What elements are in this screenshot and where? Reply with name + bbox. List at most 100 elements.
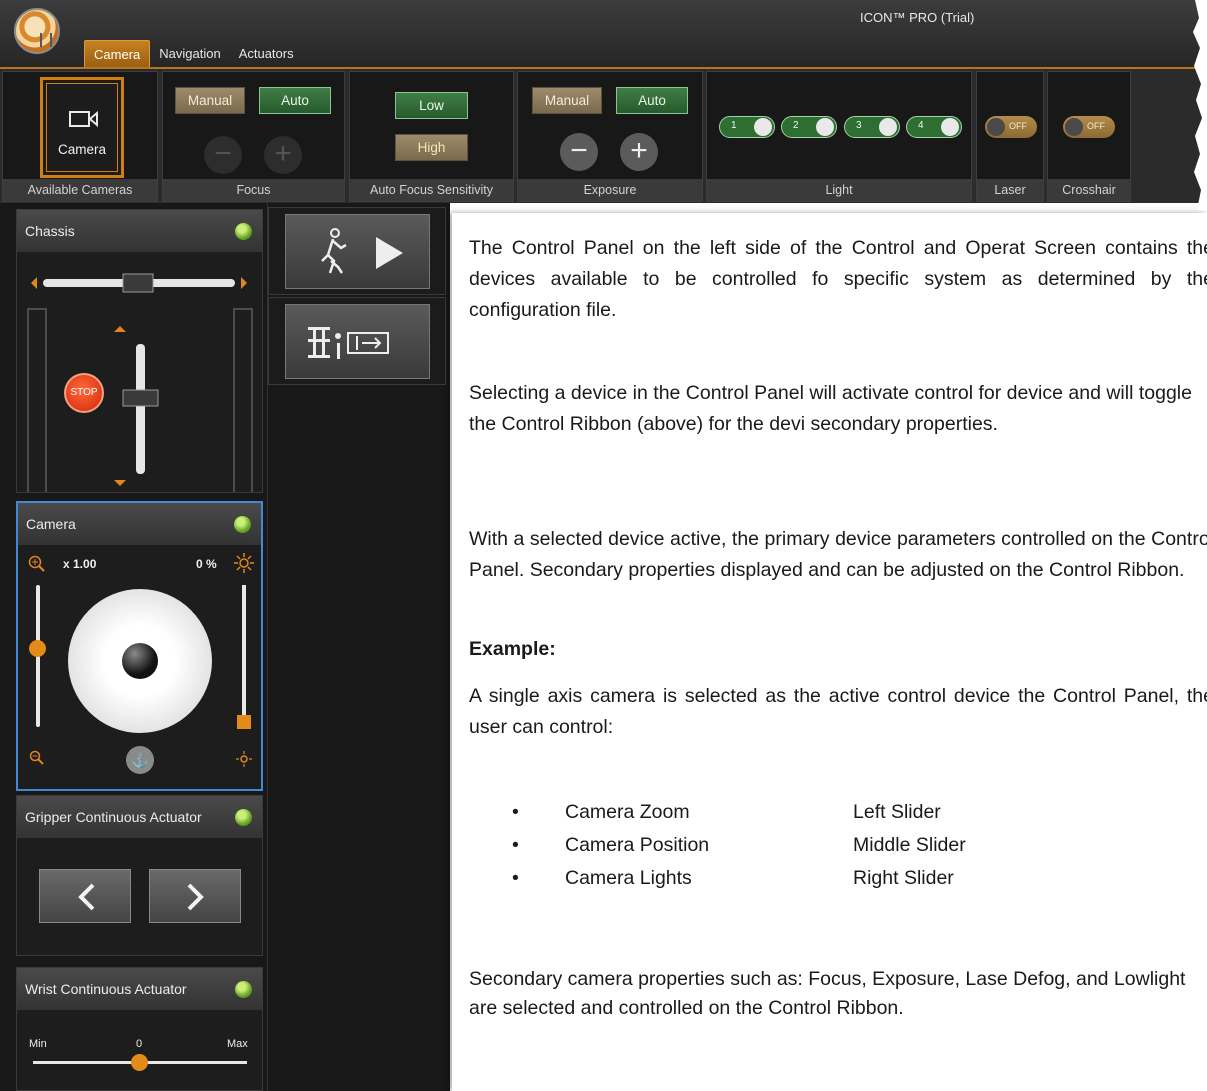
exposure-plus-button[interactable]: + bbox=[620, 133, 658, 171]
walk-play-icon bbox=[321, 228, 403, 274]
list-item: • Camera Lights Right Slider bbox=[512, 867, 954, 889]
focus-group: Manual Auto − + Focus bbox=[162, 71, 345, 202]
focus-minus-button[interactable]: − bbox=[204, 136, 242, 174]
control-ribbon: Camera Available Cameras Manual Auto − +… bbox=[0, 67, 1207, 203]
light-slider-handle[interactable] bbox=[237, 715, 251, 729]
wrist-max-label: Max bbox=[227, 1038, 248, 1050]
home-position-icon: ⚓ bbox=[131, 752, 149, 768]
video-camera-icon bbox=[69, 110, 98, 128]
run-sequence-button[interactable] bbox=[285, 214, 430, 289]
throttle-slider-handle bbox=[122, 389, 159, 407]
exposure-auto-button[interactable]: Auto bbox=[616, 87, 688, 114]
focus-plus-button[interactable]: + bbox=[264, 136, 302, 174]
wrist-title: Wrist Continuous Actuator bbox=[25, 981, 187, 997]
throttle-slider-track bbox=[136, 344, 145, 474]
brightness-down-icon[interactable] bbox=[236, 751, 252, 767]
gripper-close-button[interactable] bbox=[39, 869, 131, 923]
sequence-exit-icon bbox=[308, 327, 389, 359]
camera-position-pad[interactable] bbox=[68, 589, 212, 733]
title-bar: ICON™ PRO (Trial) Camera Navigation Actu… bbox=[0, 0, 1207, 68]
focus-auto-button[interactable]: Auto bbox=[259, 87, 331, 114]
control-panel: Chassis STOP Camera x 1.00 0 % ⚓ Gripper… bbox=[0, 203, 450, 1091]
chevron-left-icon bbox=[78, 883, 95, 911]
exposure-manual-button[interactable]: Manual bbox=[532, 87, 602, 114]
crosshair-group: OFF Crosshair bbox=[1047, 71, 1131, 202]
app-logo-icon[interactable] bbox=[14, 8, 60, 54]
camera-select-button[interactable]: Camera bbox=[40, 77, 124, 178]
stop-label: STOP bbox=[70, 387, 98, 398]
light-label: Light bbox=[707, 179, 971, 201]
paragraph-example: A single axis camera is selected as the … bbox=[469, 685, 1207, 738]
light-group: 1 2 3 4 Light bbox=[706, 71, 972, 202]
laser-group: OFF Laser bbox=[976, 71, 1044, 202]
zoom-out-icon[interactable] bbox=[29, 750, 45, 766]
status-led-icon bbox=[234, 516, 251, 533]
light-toggle-4[interactable]: 4 bbox=[906, 116, 962, 138]
stop-button[interactable]: STOP bbox=[64, 373, 104, 413]
right-track-meter bbox=[233, 308, 253, 492]
crosshair-toggle[interactable]: OFF bbox=[1063, 116, 1115, 138]
plus-icon: + bbox=[274, 137, 292, 170]
chassis-card[interactable]: Chassis STOP bbox=[16, 209, 263, 493]
paragraph-intro: The Control Panel on the left side of th… bbox=[469, 237, 1207, 321]
chevron-right-icon bbox=[187, 883, 204, 911]
example-heading: Example: bbox=[469, 638, 556, 660]
exit-sequence-button[interactable] bbox=[285, 304, 430, 379]
list-item: • Camera Zoom Left Slider bbox=[512, 801, 941, 823]
tab-actuators[interactable]: Actuators bbox=[230, 40, 303, 67]
exposure-label: Exposure bbox=[518, 179, 702, 201]
joystick-knob[interactable] bbox=[122, 643, 158, 679]
afs-low-button[interactable]: Low bbox=[395, 92, 468, 119]
control-mapping-list: • Camera Zoom Left Slider • Camera Position… bbox=[512, 796, 966, 895]
afs-high-button[interactable]: High bbox=[395, 134, 468, 161]
steering-slider-handle bbox=[122, 273, 154, 293]
status-led-icon bbox=[235, 981, 252, 998]
list-item: • Camera Position Middle Slider bbox=[512, 834, 966, 856]
torn-edge bbox=[1193, 0, 1207, 210]
plus-icon: + bbox=[630, 134, 648, 167]
zoom-slider-handle[interactable] bbox=[29, 640, 46, 657]
status-led-icon bbox=[235, 809, 252, 826]
tab-navigation[interactable]: Navigation bbox=[150, 40, 229, 67]
brightness-up-icon[interactable] bbox=[234, 553, 254, 573]
zoom-value: x 1.00 bbox=[63, 557, 97, 571]
left-arrow-icon bbox=[31, 277, 37, 289]
light-toggle-3[interactable]: 3 bbox=[844, 116, 900, 138]
camera-home-button[interactable]: ⚓ bbox=[126, 746, 154, 774]
help-text-panel: The Control Panel on the left side of th… bbox=[452, 213, 1207, 1091]
paragraph-secondary: Secondary camera properties such as: Foc… bbox=[469, 968, 1186, 1019]
window-title: ICON™ PRO (Trial) bbox=[860, 10, 975, 25]
laser-toggle[interactable]: OFF bbox=[985, 116, 1037, 138]
focus-manual-button[interactable]: Manual bbox=[175, 87, 245, 114]
light-slider-track[interactable] bbox=[242, 585, 246, 715]
light-toggle-1[interactable]: 1 bbox=[719, 116, 775, 138]
camera-header: Camera bbox=[18, 503, 261, 545]
minus-icon: − bbox=[570, 134, 588, 167]
gripper-header: Gripper Continuous Actuator bbox=[17, 796, 262, 838]
laser-label: Laser bbox=[977, 179, 1043, 201]
wrist-header: Wrist Continuous Actuator bbox=[17, 968, 262, 1010]
chassis-title: Chassis bbox=[25, 223, 75, 239]
camera-select-label: Camera bbox=[57, 142, 106, 157]
left-track-meter bbox=[27, 308, 47, 492]
chassis-controls bbox=[27, 273, 253, 492]
wrist-min-label: Min bbox=[29, 1038, 47, 1050]
wrist-card[interactable]: Wrist Continuous Actuator Min 0 Max bbox=[16, 967, 263, 1091]
ribbon-tabs: Camera Navigation Actuators bbox=[84, 40, 303, 67]
gripper-card[interactable]: Gripper Continuous Actuator bbox=[16, 795, 263, 956]
light-percent: 0 % bbox=[196, 557, 217, 571]
exposure-minus-button[interactable]: − bbox=[560, 133, 598, 171]
wrist-slider-handle[interactable] bbox=[131, 1054, 148, 1071]
zoom-in-icon[interactable] bbox=[28, 555, 46, 573]
focus-label: Focus bbox=[163, 179, 344, 201]
status-led-icon bbox=[235, 223, 252, 240]
tab-camera[interactable]: Camera bbox=[84, 40, 151, 67]
exposure-group: Manual Auto − + Exposure bbox=[517, 71, 703, 202]
right-arrow-icon bbox=[241, 277, 247, 289]
light-toggle-2[interactable]: 2 bbox=[781, 116, 837, 138]
gripper-open-button[interactable] bbox=[149, 869, 241, 923]
up-arrow-icon bbox=[114, 326, 126, 332]
wrist-value: 0 bbox=[136, 1038, 143, 1050]
camera-title: Camera bbox=[26, 516, 76, 532]
camera-card[interactable]: Camera x 1.00 0 % ⚓ bbox=[16, 501, 263, 791]
